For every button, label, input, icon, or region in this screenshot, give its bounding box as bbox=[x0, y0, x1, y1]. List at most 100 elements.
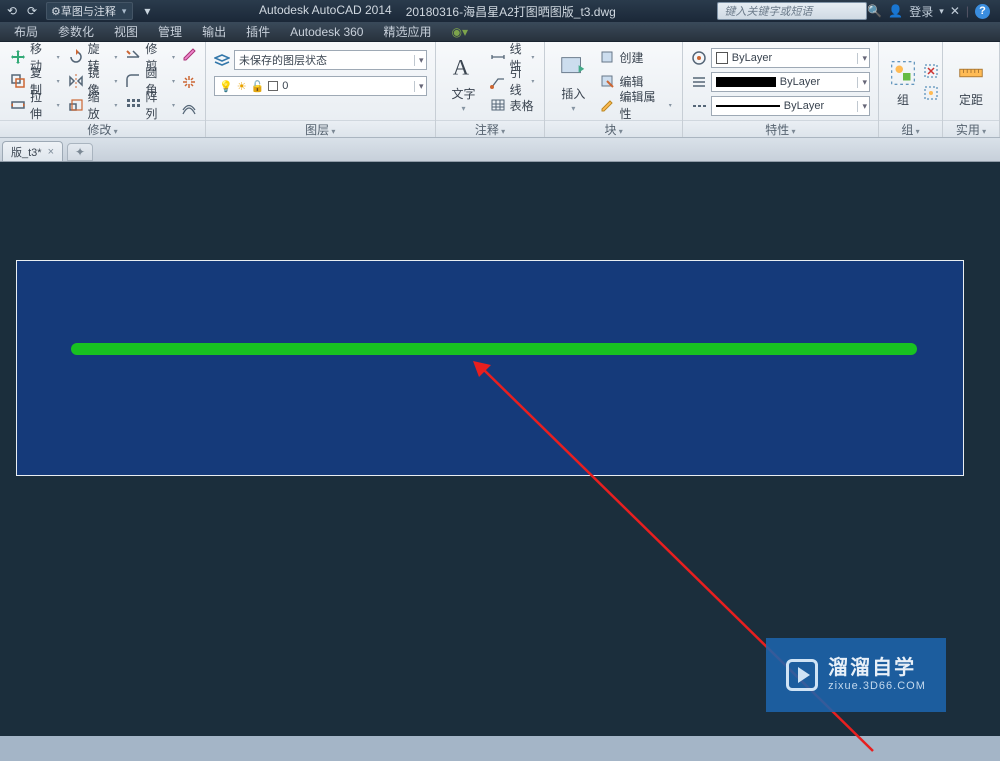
mirror-icon bbox=[68, 73, 84, 89]
text-icon: A bbox=[448, 51, 480, 83]
leader-button[interactable]: 引线 bbox=[488, 70, 537, 92]
menu-express[interactable]: 精选应用 bbox=[373, 23, 441, 40]
new-tab-button[interactable]: ✦ bbox=[67, 143, 93, 161]
ribbon: 移动 复制 拉伸 旋转 镜像 bbox=[0, 42, 1000, 138]
measure-icon bbox=[955, 57, 987, 89]
scale-button[interactable]: 缩放 bbox=[66, 94, 120, 116]
exchange-apps-icon[interactable]: ✕ bbox=[950, 4, 960, 18]
panel-annotate: A 文字 ▾ 线性 引线 表格 注释 bbox=[436, 42, 546, 137]
menu-parametric[interactable]: 参数化 bbox=[48, 23, 104, 40]
ribbon-tabs: 布局 参数化 视图 管理 输出 插件 Autodesk 360 精选应用 ◉▾ bbox=[0, 22, 1000, 42]
block-attedit-button[interactable]: 编辑属性 bbox=[597, 94, 673, 116]
fillet-icon bbox=[125, 73, 141, 89]
app-title: Autodesk AutoCAD 2014 bbox=[259, 3, 392, 20]
menu-manage[interactable]: 管理 bbox=[148, 23, 192, 40]
trim-icon bbox=[125, 49, 141, 65]
measure-button[interactable]: 定距 bbox=[951, 46, 991, 118]
menu-output[interactable]: 输出 bbox=[192, 23, 236, 40]
panel-modify-title[interactable]: 修改 bbox=[0, 120, 205, 137]
panel-utility: 定距 实用 bbox=[943, 42, 1000, 137]
layer-state-combo[interactable]: 未保存的图层状态 bbox=[234, 50, 427, 70]
copy-icon bbox=[10, 73, 26, 89]
drawn-line-object[interactable] bbox=[71, 343, 917, 355]
nav-prev-icon[interactable]: ⟲ bbox=[2, 2, 22, 20]
help-search-input[interactable]: 键入关键字或短语 bbox=[717, 2, 867, 20]
panel-block: 插入 ▾ 创建 编辑 编辑属性 块 bbox=[545, 42, 682, 137]
move-icon bbox=[10, 49, 26, 65]
login-icon: 👤 bbox=[888, 4, 903, 18]
document-tab[interactable]: 版_t3* × bbox=[2, 141, 63, 161]
text-button[interactable]: A 文字 ▾ bbox=[444, 46, 484, 118]
lightbulb-icon: 💡 bbox=[219, 80, 233, 93]
dimension-icon bbox=[490, 49, 506, 65]
file-title: 20180316-海昌星A2打图晒图版_t3.dwg bbox=[406, 3, 616, 20]
edit-attr-icon bbox=[599, 97, 615, 113]
group-edit-icon[interactable] bbox=[923, 85, 939, 101]
panel-properties-title[interactable]: 特性 bbox=[683, 120, 878, 137]
offset-icon[interactable] bbox=[181, 102, 197, 118]
group-button[interactable]: 组 bbox=[887, 57, 919, 108]
menu-layout[interactable]: 布局 bbox=[4, 23, 48, 40]
svg-text:A: A bbox=[452, 55, 469, 80]
group-icon bbox=[887, 57, 919, 89]
ungroup-icon[interactable] bbox=[923, 63, 939, 79]
panel-annotate-title[interactable]: 注释 bbox=[436, 120, 545, 137]
panel-layer-title[interactable]: 图层 bbox=[206, 120, 435, 137]
workspace-label-text: 草图与注释 bbox=[61, 3, 116, 19]
match-properties-icon[interactable] bbox=[691, 50, 707, 66]
menu-end-marker-icon[interactable]: ◉▾ bbox=[442, 25, 479, 39]
gear-icon: ⚙ bbox=[51, 5, 61, 18]
create-block-icon bbox=[599, 49, 615, 65]
play-icon bbox=[786, 659, 818, 691]
nav-next-icon[interactable]: ⟳ bbox=[22, 2, 42, 20]
explode-icon[interactable] bbox=[181, 74, 197, 90]
color-combo[interactable]: ByLayer bbox=[711, 48, 870, 68]
lock-icon: 🔓 bbox=[251, 80, 265, 93]
linetype-icon[interactable] bbox=[691, 98, 707, 114]
lineweight-combo[interactable]: ByLayer bbox=[711, 72, 870, 92]
workspace-selector[interactable]: ⚙ 草图与注释 bbox=[46, 2, 133, 20]
menu-view[interactable]: 视图 bbox=[104, 23, 148, 40]
qat-dropdown-icon[interactable]: ▾ bbox=[137, 2, 157, 20]
lineweight-preview bbox=[716, 77, 776, 87]
watermark-title: 溜溜自学 bbox=[828, 657, 926, 680]
erase-icon[interactable] bbox=[181, 46, 197, 62]
block-create-button[interactable]: 创建 bbox=[597, 46, 673, 68]
insert-button[interactable]: 插入 ▾ bbox=[553, 46, 593, 118]
menu-autodesk360[interactable]: Autodesk 360 bbox=[280, 25, 373, 39]
stretch-icon bbox=[10, 97, 26, 113]
login-label[interactable]: 登录 bbox=[909, 3, 933, 20]
panel-group-title[interactable]: 组 bbox=[879, 120, 942, 137]
stretch-button[interactable]: 拉伸 bbox=[8, 94, 62, 116]
search-icon[interactable]: 🔍 bbox=[867, 4, 882, 18]
edit-block-icon bbox=[599, 73, 615, 89]
drawing-canvas[interactable]: 溜溜自学 zixue.3D66.COM bbox=[0, 162, 1000, 736]
panel-block-title[interactable]: 块 bbox=[545, 120, 681, 137]
layer-color-swatch bbox=[268, 81, 278, 91]
watermark-url: zixue.3D66.COM bbox=[828, 680, 926, 693]
array-button[interactable]: 阵列 bbox=[123, 94, 177, 116]
current-layer-combo[interactable]: 💡 ☀ 🔓 0 bbox=[214, 76, 427, 96]
sun-icon: ☀ bbox=[237, 80, 247, 93]
lineweight-icon[interactable] bbox=[691, 74, 707, 90]
layer-properties-icon[interactable] bbox=[214, 52, 230, 68]
table-icon bbox=[490, 97, 506, 113]
document-tab-strip: 版_t3* × ✦ bbox=[0, 138, 1000, 162]
watermark: 溜溜自学 zixue.3D66.COM bbox=[766, 638, 946, 712]
linetype-combo[interactable]: ByLayer bbox=[711, 96, 870, 116]
title-bar: ⟲ ⟳ ⚙ 草图与注释 ▾ Autodesk AutoCAD 2014 2018… bbox=[0, 0, 1000, 22]
array-icon bbox=[125, 97, 141, 113]
panel-modify: 移动 复制 拉伸 旋转 镜像 bbox=[0, 42, 206, 137]
table-button[interactable]: 表格 bbox=[488, 94, 537, 116]
help-icon[interactable]: ? bbox=[975, 4, 990, 19]
scale-icon bbox=[68, 97, 84, 113]
color-swatch bbox=[716, 52, 728, 64]
close-icon[interactable]: × bbox=[48, 146, 54, 158]
selection-rectangle bbox=[16, 260, 964, 476]
menu-addins[interactable]: 插件 bbox=[236, 23, 280, 40]
search-placeholder: 键入关键字或短语 bbox=[724, 3, 812, 19]
panel-layer: 未保存的图层状态 💡 ☀ 🔓 0 图层 bbox=[206, 42, 436, 137]
leader-icon bbox=[490, 73, 506, 89]
panel-utility-title[interactable]: 实用 bbox=[943, 120, 999, 137]
document-tab-label: 版_t3* bbox=[11, 144, 42, 160]
